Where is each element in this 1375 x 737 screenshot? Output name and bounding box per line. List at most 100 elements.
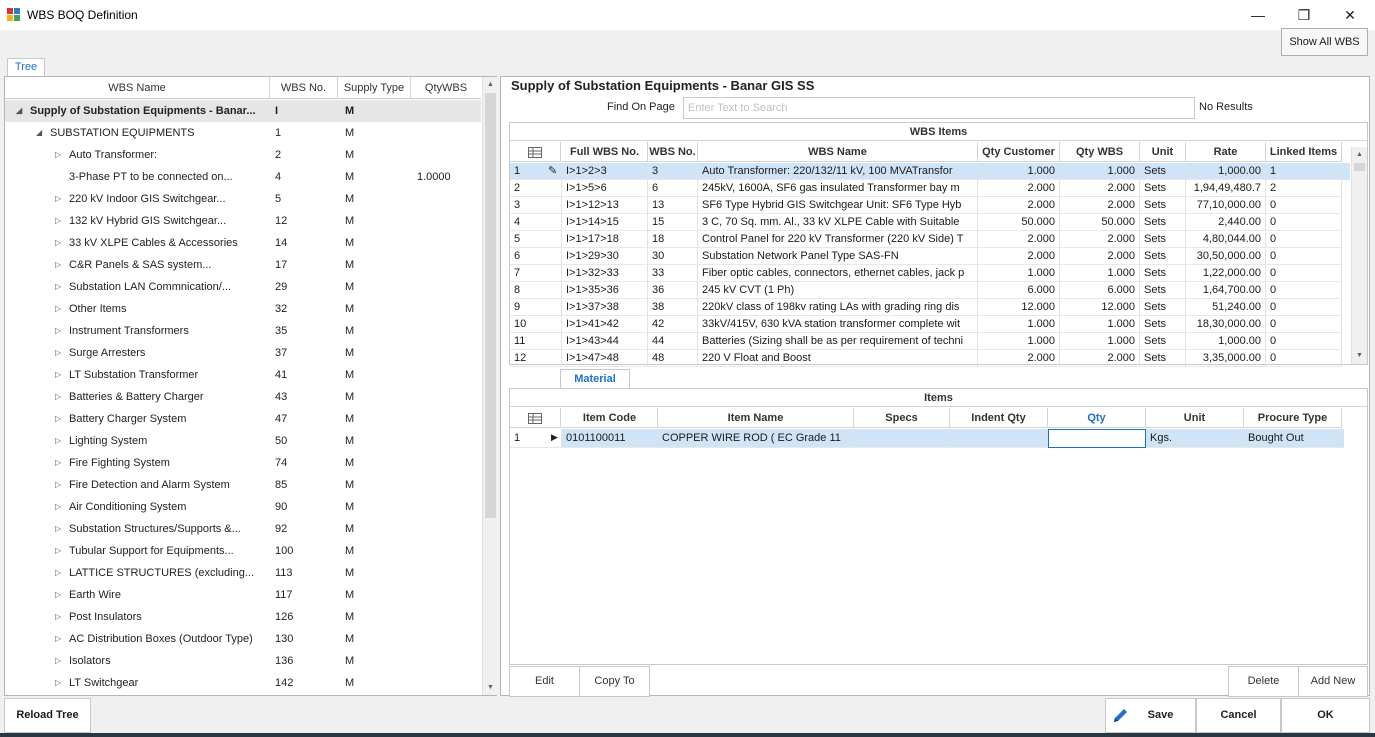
wbs-cell-qc[interactable]: 6.000 — [978, 282, 1060, 299]
wbs-cell-rate[interactable]: 4,80,044.00 — [1186, 231, 1266, 248]
wbs-cell-rate[interactable]: 77,10,000.00 — [1186, 197, 1266, 214]
wbs-cell-qw[interactable]: 1.000 — [1060, 265, 1140, 282]
save-button[interactable]: Save — [1105, 698, 1196, 733]
wbs-cell-linked[interactable]: 0 — [1266, 265, 1342, 282]
wbs-cell-full[interactable]: I>1>41>42 — [562, 316, 648, 333]
tree-row[interactable]: ▷ 220 kV Indoor GIS Switchgear... 5 M — [5, 188, 481, 210]
expand-arrow-icon[interactable]: ▷ — [55, 452, 61, 474]
tree-row[interactable]: ▷ Other Items 32 M — [5, 298, 481, 320]
wbs-cell-name[interactable]: 245 kV CVT (1 Ph) — [698, 282, 978, 299]
wbs-cell-no[interactable]: 44 — [648, 333, 698, 350]
edit-button[interactable]: Edit — [509, 666, 580, 697]
tab-material[interactable]: Material — [560, 369, 630, 389]
wbs-cell-name[interactable]: Substation Network Panel Type SAS-FN — [698, 248, 978, 265]
find-on-page-input[interactable] — [683, 97, 1195, 119]
wbs-cell-rate[interactable]: 18,30,000.00 — [1186, 316, 1266, 333]
wbs-cell-qw[interactable]: 1.000 — [1060, 333, 1140, 350]
add-new-button[interactable]: Add New — [1298, 666, 1368, 697]
wbs-item-row[interactable]: 2 I>1>5>6 6 245kV, 1600A, SF6 gas insulated… — [510, 180, 1350, 197]
wbs-column-header[interactable]: Qty WBS — [1060, 142, 1140, 162]
wbs-cell-no[interactable]: 18 — [648, 231, 698, 248]
wbs-cell-qw[interactable]: 2.000 — [1060, 248, 1140, 265]
wbs-cell-name[interactable]: 33kV/415V, 630 kVA station transformer c… — [698, 316, 978, 333]
expand-arrow-icon[interactable]: ▷ — [55, 430, 61, 452]
tree-row[interactable]: ▷ LT Switchgear 142 M — [5, 672, 481, 694]
wbs-item-row[interactable]: 3 I>1>12>13 13 SF6 Type Hybrid GIS Switchge… — [510, 197, 1350, 214]
wbs-cell-rate[interactable]: 2,440.00 — [1186, 214, 1266, 231]
item-column-header[interactable]: Specs — [854, 408, 950, 428]
wbs-cell-no[interactable]: 42 — [648, 316, 698, 333]
wbs-column-header[interactable]: Linked Items — [1266, 142, 1342, 162]
wbs-cell-qw[interactable]: 2.000 — [1060, 180, 1140, 197]
item-column-header[interactable]: Item Code — [562, 408, 658, 428]
scroll-up-icon[interactable]: ▲ — [483, 77, 498, 92]
expand-arrow-icon[interactable]: ▷ — [55, 672, 61, 694]
wbs-cell-qw[interactable]: 1.000 — [1060, 163, 1140, 180]
tree-row[interactable]: 3-Phase PT to be connected on... 4 M 1.0000 — [5, 166, 481, 188]
expand-arrow-icon[interactable]: ▷ — [55, 628, 61, 650]
tree-scrollbar[interactable]: ▲ ▼ — [482, 77, 497, 695]
wbs-cell-qw[interactable]: 2.000 — [1060, 197, 1140, 214]
ok-button[interactable]: OK — [1281, 698, 1370, 733]
item-cell-code[interactable]: 0101100011 — [562, 429, 658, 448]
wbs-cell-unit[interactable]: Sets — [1140, 333, 1186, 350]
wbs-cell-n[interactable]: 5 — [510, 231, 562, 248]
wbs-cell-unit[interactable]: Sets — [1140, 231, 1186, 248]
wbs-item-row[interactable]: 5 I>1>17>18 18 Control Panel for 220 kV Tra… — [510, 231, 1350, 248]
wbs-cell-full[interactable]: I>1>32>33 — [562, 265, 648, 282]
grid-select-all-icon[interactable] — [510, 408, 561, 428]
item-cell-procure[interactable]: Bought Out — [1244, 429, 1342, 448]
expand-arrow-icon[interactable]: ▷ — [55, 496, 61, 518]
minimize-button[interactable]: — — [1235, 0, 1281, 30]
tree-row[interactable]: ▷ LT Substation Transformer 41 M — [5, 364, 481, 386]
wbs-cell-qc[interactable]: 2.000 — [978, 350, 1060, 367]
grid-select-all-icon[interactable] — [510, 142, 561, 162]
wbs-item-row[interactable]: 6 I>1>29>30 30 Substation Network Panel Typ… — [510, 248, 1350, 265]
wbs-item-row[interactable]: 11 I>1>43>44 44 Batteries (Sizing shall be … — [510, 333, 1350, 350]
wbs-column-header[interactable]: Qty Customer — [978, 142, 1060, 162]
tree-row[interactable]: ▷ Fire Fighting System 74 M — [5, 452, 481, 474]
wbs-cell-unit[interactable]: Sets — [1140, 248, 1186, 265]
wbs-column-header[interactable]: Rate — [1186, 142, 1266, 162]
wbs-cell-qw[interactable]: 12.000 — [1060, 299, 1140, 316]
tab-tree[interactable]: Tree — [7, 58, 45, 76]
wbs-cell-n[interactable]: 10 — [510, 316, 562, 333]
tree-row[interactable]: ▷ Post Insulators 126 M — [5, 606, 481, 628]
wbs-item-row[interactable]: 1 I>1>2>3 3 Auto Transformer: 220/132/11 kV… — [510, 163, 1350, 180]
wbs-cell-rate[interactable]: 30,50,000.00 — [1186, 248, 1266, 265]
item-column-header[interactable]: Unit — [1146, 408, 1244, 428]
wbs-cell-n[interactable]: 3 — [510, 197, 562, 214]
wbs-cell-n[interactable]: 8 — [510, 282, 562, 299]
tree-row[interactable]: ▷ Lighting System 50 M — [5, 430, 481, 452]
wbs-item-row[interactable]: 10 I>1>41>42 42 33kV/415V, 630 kVA station … — [510, 316, 1350, 333]
item-column-header[interactable]: Qty — [1048, 408, 1146, 428]
scroll-up-icon[interactable]: ▲ — [1352, 147, 1367, 162]
reload-tree-button[interactable]: Reload Tree — [4, 698, 91, 733]
tree-row[interactable]: ▷ Battery Charger System 47 M — [5, 408, 481, 430]
wbs-cell-name[interactable]: Fiber optic cables, connectors, ethernet… — [698, 265, 978, 282]
wbs-cell-no[interactable]: 36 — [648, 282, 698, 299]
wbs-cell-unit[interactable]: Sets — [1140, 197, 1186, 214]
wbs-item-row[interactable]: 7 I>1>32>33 33 Fiber optic cables, connecto… — [510, 265, 1350, 282]
wbs-cell-n[interactable]: 9 — [510, 299, 562, 316]
wbs-cell-qc[interactable]: 2.000 — [978, 180, 1060, 197]
wbs-cell-n[interactable]: 11 — [510, 333, 562, 350]
wbs-cell-linked[interactable]: 0 — [1266, 299, 1342, 316]
item-cell-indent[interactable] — [950, 429, 1048, 448]
tree-row[interactable]: ▷ Tubular Support for Equipments... 100 M — [5, 540, 481, 562]
wbs-cell-no[interactable]: 15 — [648, 214, 698, 231]
wbs-items-scrollbar[interactable]: ▲ ▼ — [1351, 147, 1367, 364]
collapse-arrow-icon[interactable]: ◢ — [36, 122, 42, 144]
column-header-wbs-name[interactable]: WBS Name — [5, 77, 270, 99]
wbs-cell-qw[interactable]: 50.000 — [1060, 214, 1140, 231]
wbs-cell-qc[interactable]: 2.000 — [978, 231, 1060, 248]
tree-row[interactable]: ▷ Air Conditioning System 90 M — [5, 496, 481, 518]
item-column-header[interactable]: Item Name — [658, 408, 854, 428]
expand-arrow-icon[interactable]: ▷ — [55, 650, 61, 672]
wbs-cell-qw[interactable]: 2.000 — [1060, 350, 1140, 367]
expand-arrow-icon[interactable]: ▷ — [55, 276, 61, 298]
wbs-cell-unit[interactable]: Sets — [1140, 265, 1186, 282]
wbs-item-row[interactable]: 4 I>1>14>15 15 3 C, 70 Sq. mm. Al., 33 kV X… — [510, 214, 1350, 231]
wbs-cell-name[interactable]: Batteries (Sizing shall be as per requir… — [698, 333, 978, 350]
expand-arrow-icon[interactable]: ▷ — [55, 188, 61, 210]
